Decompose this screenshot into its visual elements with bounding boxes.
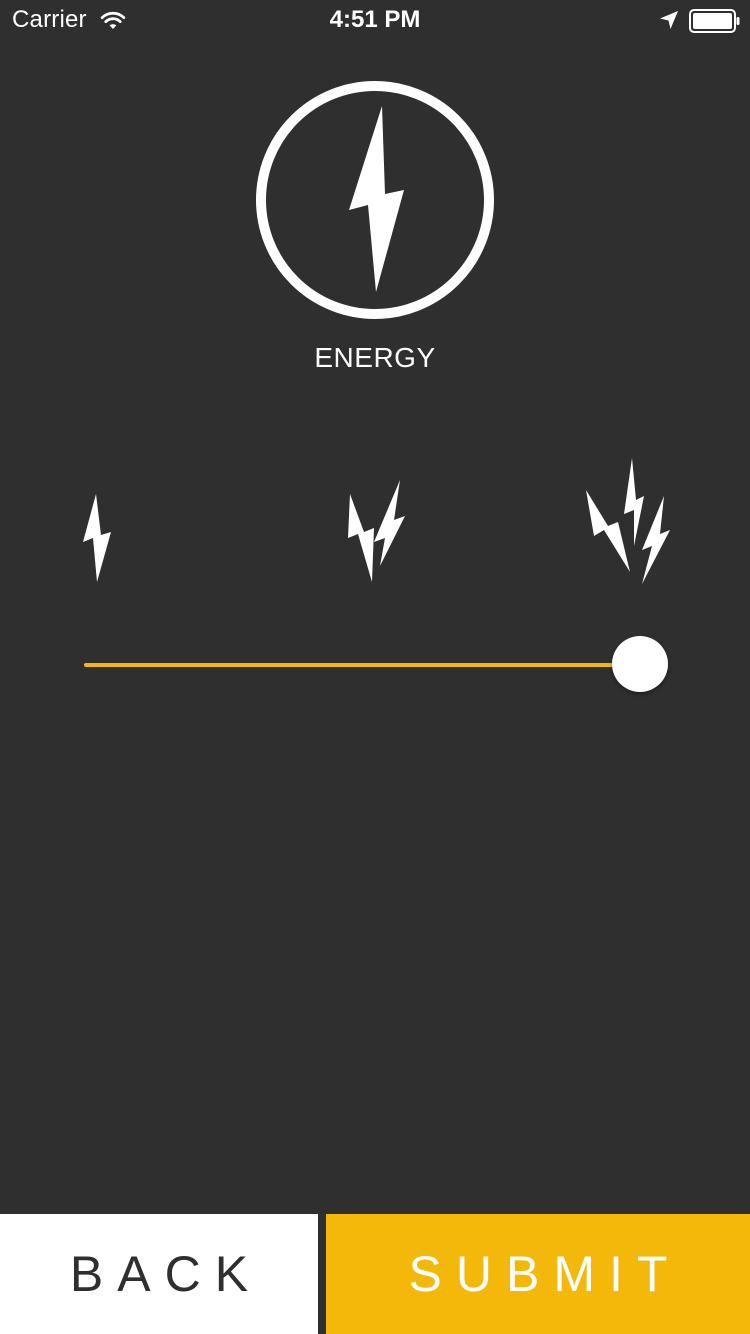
status-bar: Carrier 4:51 PM: [0, 0, 750, 40]
energy-bolt-circle-icon: [256, 81, 494, 319]
location-arrow-icon: [660, 11, 678, 29]
clock: 4:51 PM: [329, 6, 421, 33]
submit-button[interactable]: SUBMIT: [326, 1214, 750, 1334]
battery-icon: [689, 9, 740, 33]
back-button[interactable]: BACK: [0, 1214, 318, 1334]
double-bolt-icon: [348, 480, 405, 582]
slider-fill: [84, 663, 640, 667]
slider-thumb[interactable]: [612, 636, 668, 692]
page-title: ENERGY: [314, 342, 436, 373]
triple-bolt-icon: [586, 458, 670, 584]
energy-level-slider[interactable]: [84, 636, 668, 694]
single-bolt-icon: [83, 494, 111, 582]
